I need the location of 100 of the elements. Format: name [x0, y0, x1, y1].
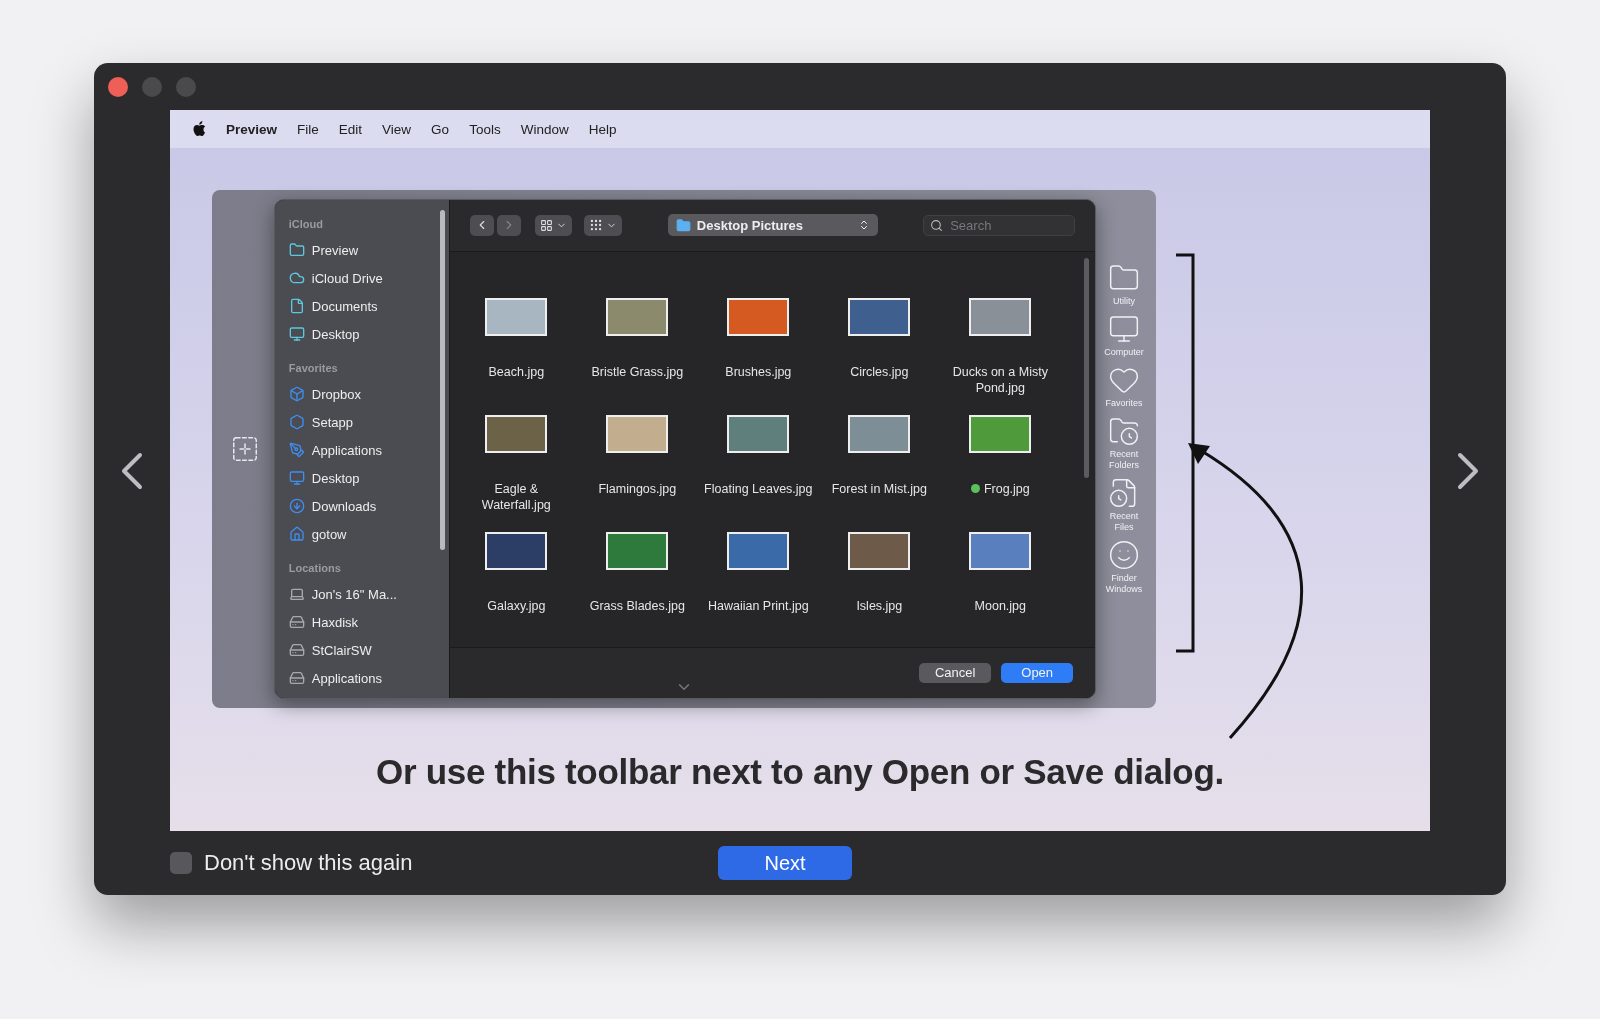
photo-placeholder[interactable] — [727, 531, 790, 570]
forward-button[interactable] — [496, 214, 521, 236]
file-name[interactable]: Isles.jpg — [823, 597, 936, 614]
document-icon — [288, 298, 305, 314]
photo-placeholder[interactable] — [606, 531, 669, 570]
sidebar-item[interactable]: Haxdisk — [288, 608, 449, 636]
file-name[interactable]: Brushes.jpg — [702, 363, 815, 380]
file-name[interactable]: Grass Blades.jpg — [581, 597, 694, 614]
sidebar-item[interactable]: Jon's 16" Ma... — [288, 580, 449, 608]
menu-item[interactable]: Tools — [459, 121, 511, 137]
photo-placeholder[interactable] — [727, 297, 790, 336]
folder-icon — [288, 242, 305, 258]
laptop-icon — [288, 586, 305, 602]
sidebar-label: Haxdisk — [311, 614, 359, 630]
menu-item[interactable]: Help — [578, 121, 627, 137]
smiley-icon — [1108, 539, 1141, 571]
folder-icon — [675, 217, 691, 233]
cancel-button[interactable]: Cancel — [919, 662, 992, 683]
sidebar-item[interactable]: Desktop — [288, 320, 449, 348]
menu-item[interactable]: Edit — [328, 121, 373, 137]
sidebar-item[interactable]: Applications — [288, 436, 449, 464]
photo-placeholder[interactable] — [848, 414, 911, 453]
file-name[interactable]: Circles.jpg — [823, 363, 936, 380]
photo-placeholder[interactable] — [727, 414, 790, 453]
sidebar-item[interactable]: Desktop — [288, 464, 449, 492]
sidebar-item[interactable]: Downloads — [288, 492, 449, 520]
file-name[interactable]: Flamingos.jpg — [581, 480, 694, 497]
sidebar-label: Desktop — [311, 326, 360, 342]
menu-item[interactable]: Go — [421, 121, 460, 137]
file-name[interactable]: Beach.jpg — [460, 363, 573, 380]
file-name[interactable]: Moon.jpg — [944, 597, 1057, 614]
photo-placeholder[interactable] — [485, 531, 548, 570]
file-name[interactable]: Frog.jpg — [944, 480, 1057, 497]
monitor-icon — [1108, 313, 1141, 345]
close-button[interactable] — [108, 76, 128, 97]
sidebar-item[interactable]: Preview — [288, 236, 449, 264]
next-button[interactable]: Next — [718, 846, 852, 880]
sidebar-item[interactable]: Applications — [288, 664, 449, 692]
group-button[interactable] — [583, 214, 622, 236]
sidebar-heading: Locations — [288, 562, 342, 574]
scrollbar[interactable] — [439, 210, 445, 550]
apple-logo-icon[interactable] — [192, 121, 206, 137]
photo-placeholder[interactable] — [606, 414, 669, 453]
sidebar-item[interactable]: Setapp — [288, 408, 449, 436]
recent-folder-icon — [1108, 415, 1141, 447]
search-icon — [930, 218, 944, 232]
downloads-icon — [288, 498, 305, 514]
sidebar-label: Documents — [311, 298, 378, 314]
app-menu[interactable]: Preview — [216, 121, 288, 137]
cloud-icon — [288, 270, 305, 286]
sidebar-item[interactable]: StClairSW — [288, 636, 449, 664]
search-field[interactable]: Search — [923, 214, 1076, 236]
photo-placeholder[interactable] — [848, 531, 911, 570]
sidebar-label: Jon's 16" Ma... — [311, 586, 397, 602]
sidebar-label: Preview — [311, 242, 359, 258]
file-name[interactable]: Hawaiian Print.jpg — [702, 597, 815, 614]
sidebar-item[interactable]: gotow — [288, 520, 449, 548]
toolbar-label: Recent Files — [1108, 511, 1140, 533]
menu-item[interactable]: Window — [510, 121, 579, 137]
sidebar-item[interactable]: Documents — [288, 292, 449, 320]
checkbox-label: Don't show this again — [204, 850, 413, 876]
sidebar-label: gotow — [311, 526, 347, 542]
checkbox[interactable] — [170, 852, 192, 874]
sidebar-item[interactable]: iCloud Drive — [288, 264, 449, 292]
scrollbar[interactable] — [1084, 257, 1090, 478]
photo-placeholder[interactable] — [606, 297, 669, 336]
back-button[interactable] — [469, 214, 494, 236]
photo-placeholder[interactable] — [969, 414, 1032, 453]
sidebar-label: StClairSW — [311, 642, 372, 658]
caption-text: Or use this toolbar next to any Open or Save dialog. — [375, 752, 1225, 792]
home-icon — [288, 526, 305, 542]
photo-placeholder[interactable] — [848, 297, 911, 336]
sidebar-heading: Favorites — [288, 362, 339, 374]
file-name[interactable]: Galaxy.jpg — [460, 597, 573, 614]
sidebar-label: Desktop — [311, 470, 360, 486]
desktop-icon — [288, 326, 305, 342]
sidebar-label: Dropbox — [311, 386, 361, 402]
photo-placeholder[interactable] — [969, 531, 1032, 570]
file-name[interactable]: Forest in Mist.jpg — [823, 480, 936, 497]
sidebar-heading: iCloud — [288, 218, 325, 230]
photo-placeholder[interactable] — [485, 414, 548, 453]
menu-item[interactable]: View — [372, 121, 422, 137]
dots-grid-icon — [588, 218, 603, 233]
grid-icon — [539, 218, 553, 232]
file-name[interactable]: Eagle & Waterfall.jpg — [460, 480, 573, 513]
sidebar-item[interactable]: Dropbox — [288, 380, 449, 408]
menu-item[interactable]: File — [287, 121, 329, 137]
photo-placeholder[interactable] — [969, 297, 1032, 336]
file-name[interactable]: Bristle Grass.jpg — [581, 363, 694, 380]
icon-view-button[interactable] — [534, 214, 572, 236]
sidebar-label: Setapp — [311, 414, 353, 430]
file-name[interactable]: Floating Leaves.jpg — [702, 480, 815, 497]
open-button[interactable]: Open — [1001, 662, 1074, 683]
file-name[interactable]: Ducks on a Misty Pond.jpg — [944, 363, 1057, 396]
sidebar-label: Applications — [311, 442, 382, 458]
toolbar-label: Utility — [1112, 296, 1137, 307]
location-dropdown[interactable]: Desktop Pictures — [667, 214, 878, 237]
desktop-icon — [288, 470, 305, 486]
photo-placeholder[interactable] — [485, 297, 548, 336]
sidebar-label: Downloads — [311, 498, 377, 514]
